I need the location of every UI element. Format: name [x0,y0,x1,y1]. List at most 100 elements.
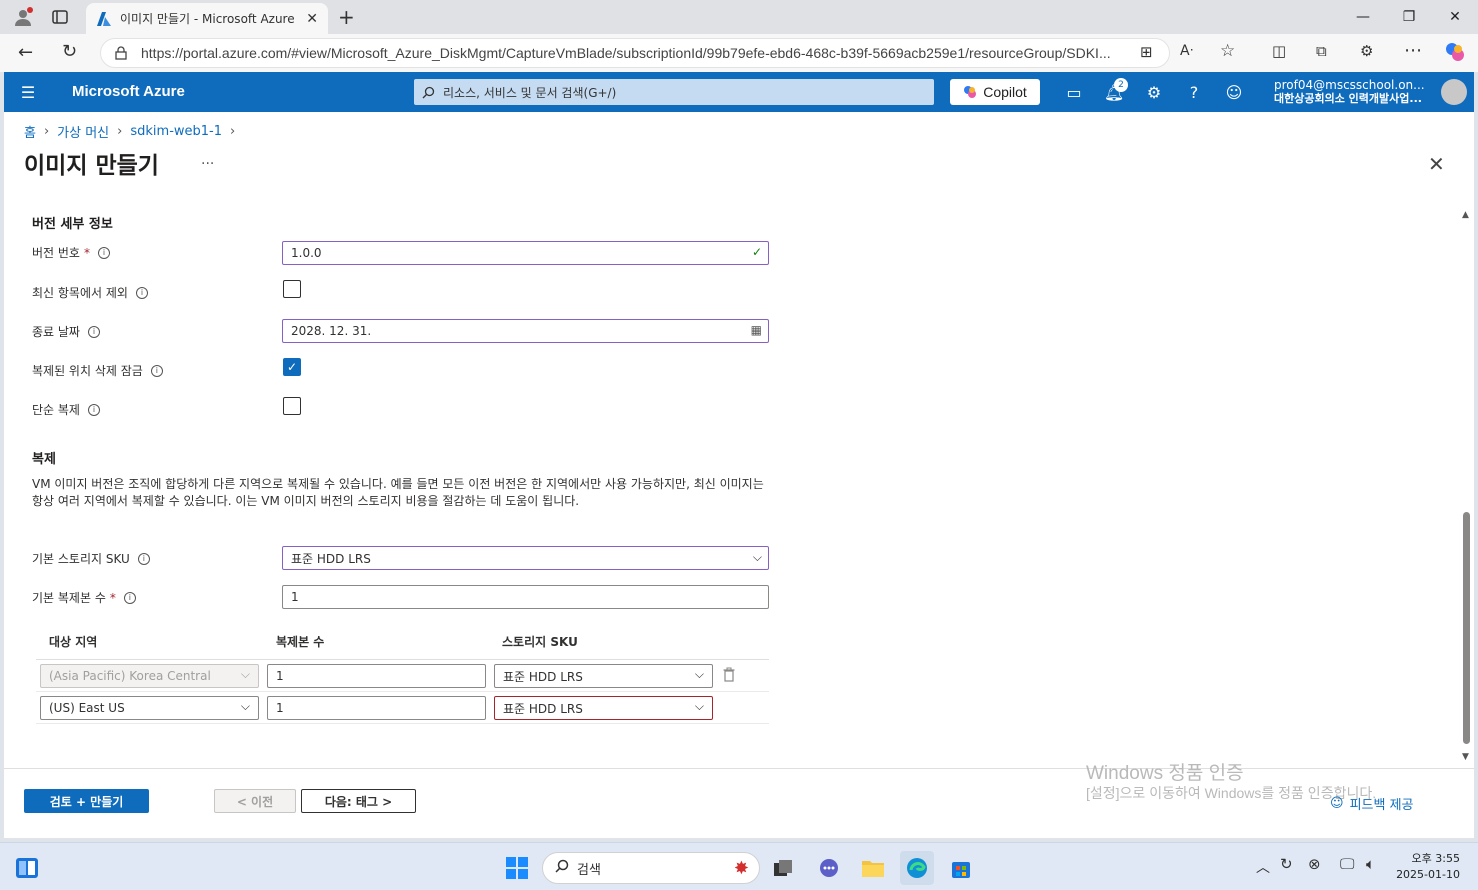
copilot-label: Copilot [983,84,1027,100]
start-icon[interactable] [500,851,534,885]
scroll-up-icon[interactable]: ▲ [1462,210,1469,220]
new-tab-icon[interactable]: + [338,5,355,29]
table-header-divider [36,659,769,660]
feedback-link[interactable]: ☺ 피드백 제공 [1330,794,1414,813]
window-close-icon[interactable]: ✕ [1432,0,1478,34]
row-divider [36,691,769,692]
network-icon[interactable]: 🖵︎ [1340,855,1354,873]
lock-icon[interactable] [115,46,127,60]
read-aloud-icon[interactable]: Aᐧ [1180,43,1193,59]
poinsettia-icon: ✸ [733,857,749,879]
edge-browser-icon[interactable] [900,851,934,885]
replication-description: VM 이미지 버전은 조직에 합당하게 다른 지역으로 복제될 수 있습니다. … [32,477,764,508]
info-icon[interactable]: i [123,591,136,604]
shallow-replication-checkbox[interactable] [283,397,301,415]
store-icon[interactable] [944,851,978,885]
url-text[interactable]: https://portal.azure.com/#view/Microsoft… [141,45,1111,61]
azure-brand[interactable]: Microsoft Azure [72,83,185,100]
scroll-down-icon[interactable]: ▼ [1462,752,1469,762]
tab-title: 이미지 만들기 - Microsoft Azure [120,12,295,26]
taskbar-search-placeholder: 검색 [577,862,601,878]
volume-icon[interactable]: 🔈︎ [1366,855,1375,873]
refresh-icon[interactable]: ↻ [62,41,77,62]
copilot-button[interactable]: Copilot [950,79,1040,105]
back-icon[interactable]: ← [18,42,33,63]
profile-icon[interactable] [12,6,34,28]
review-create-button[interactable]: 검토 + 만들기 [24,789,149,813]
column-header-region: 대상 지역 [49,635,98,649]
breadcrumb-vms[interactable]: 가상 머신 [57,122,109,141]
tab-actions-icon[interactable] [50,8,70,26]
copilot-sidebar-icon[interactable] [1444,41,1466,63]
search-icon [555,859,569,877]
replica-count-input-row2[interactable]: 1 [267,696,486,720]
next-tags-button[interactable]: 다음: 태그 > [301,789,416,813]
info-icon[interactable]: i [135,286,148,299]
scrollbar[interactable]: ▲ ▼ [1460,210,1472,766]
split-screen-icon[interactable]: ◫ [1272,42,1286,60]
close-circle-icon[interactable]: ⊗ [1308,855,1321,873]
close-tab-icon[interactable]: ✕ [306,11,318,27]
info-icon[interactable]: i [137,552,150,565]
scrollbar-thumb[interactable] [1463,512,1470,744]
avatar[interactable] [1441,79,1467,105]
task-view-icon[interactable] [766,851,800,885]
hamburger-menu-icon[interactable]: ☰ [16,80,40,104]
activation-watermark-title: Windows 정품 인증 [1086,763,1244,784]
row-divider [36,723,769,724]
taskbar-clock[interactable]: 오후 3:55 2025-01-10 [1390,851,1460,883]
calendar-icon[interactable]: ▦ [751,323,762,337]
default-replica-input[interactable]: 1 [282,585,769,609]
chat-icon[interactable] [812,851,846,885]
sku-value: 표준 HDD LRS [503,669,583,684]
favorite-star-icon[interactable]: ☆ [1220,41,1235,61]
chevron-down-icon: ⌵ [752,550,762,564]
delete-lock-checkbox[interactable]: ✓ [283,358,301,376]
breadcrumb-vm[interactable]: sdkim-web1-1 [130,124,222,139]
info-icon[interactable]: i [150,364,163,377]
exclude-latest-label-text: 최신 항목에서 제외 [32,286,128,300]
file-explorer-icon[interactable] [856,851,890,885]
collections-icon[interactable]: ⧉ [1316,42,1327,60]
apps-icon[interactable]: ⊞ [1140,43,1153,61]
delete-trash-icon[interactable] [723,667,735,686]
minimize-icon[interactable]: — [1340,0,1386,34]
sku-dropdown-row2[interactable]: 표준 HDD LRS ⌵ [494,696,713,720]
version-number-input[interactable]: 1.0.0 ✓ [282,241,769,265]
browser-tab-active[interactable]: 이미지 만들기 - Microsoft Azure ✕ [86,3,328,34]
info-icon[interactable]: i [87,325,100,338]
sync-icon[interactable]: ↻ [1280,855,1293,873]
browser-tab-strip: 이미지 만들기 - Microsoft Azure ✕ + — ❐ ✕ [0,0,1478,34]
taskbar-search-input[interactable]: 검색 ✸ [542,852,760,884]
chevron-up-icon[interactable]: ︿ [1256,857,1270,877]
column-header-replicas: 복제본 수 [276,635,325,649]
settings-gear-icon[interactable]: ⚙ [1142,80,1166,104]
info-icon[interactable]: i [87,403,100,416]
info-icon[interactable]: i [97,246,110,259]
feedback-header-icon[interactable]: ☺ [1222,80,1246,104]
required-asterisk: * [109,590,116,605]
breadcrumb-home[interactable]: 홈 [24,122,36,141]
address-bar[interactable]: https://portal.azure.com/#view/Microsoft… [100,38,1170,68]
restore-icon[interactable]: ❐ [1386,0,1432,34]
help-icon[interactable]: ? [1182,80,1206,104]
region-dropdown-row2[interactable]: (US) East US ⌵ [40,696,259,720]
replica-count-input-row1[interactable]: 1 [267,664,486,688]
cloud-shell-icon[interactable]: ▭ [1062,80,1086,104]
global-search-input[interactable]: 리소스, 서비스 및 문서 검색(G+/) [414,79,934,105]
more-options-icon[interactable]: ⋯ [1404,40,1422,61]
end-date-input[interactable]: 2028. 12. 31. ▦ [282,319,769,343]
sku-dropdown-row1[interactable]: 표준 HDD LRS ⌵ [494,664,713,688]
extensions-icon[interactable]: ⚙ [1360,42,1373,60]
default-sku-dropdown[interactable]: 표준 HDD LRS ⌵ [282,546,769,570]
exclude-latest-checkbox[interactable] [283,280,301,298]
account-info[interactable]: prof04@mscsschool.on... 대한상공회의소 인력개발사업..… [1274,78,1434,106]
region-value: (Asia Pacific) Korea Central [49,669,211,683]
exclude-latest-label: 최신 항목에서 제외 i [32,284,148,301]
widgets-icon[interactable] [10,851,44,885]
close-blade-icon[interactable]: ✕ [1428,152,1445,176]
previous-button[interactable]: < 이전 [214,789,296,813]
more-actions-icon[interactable]: ... [201,152,214,168]
sku-value: 표준 HDD LRS [503,701,583,716]
copilot-icon [963,85,977,99]
